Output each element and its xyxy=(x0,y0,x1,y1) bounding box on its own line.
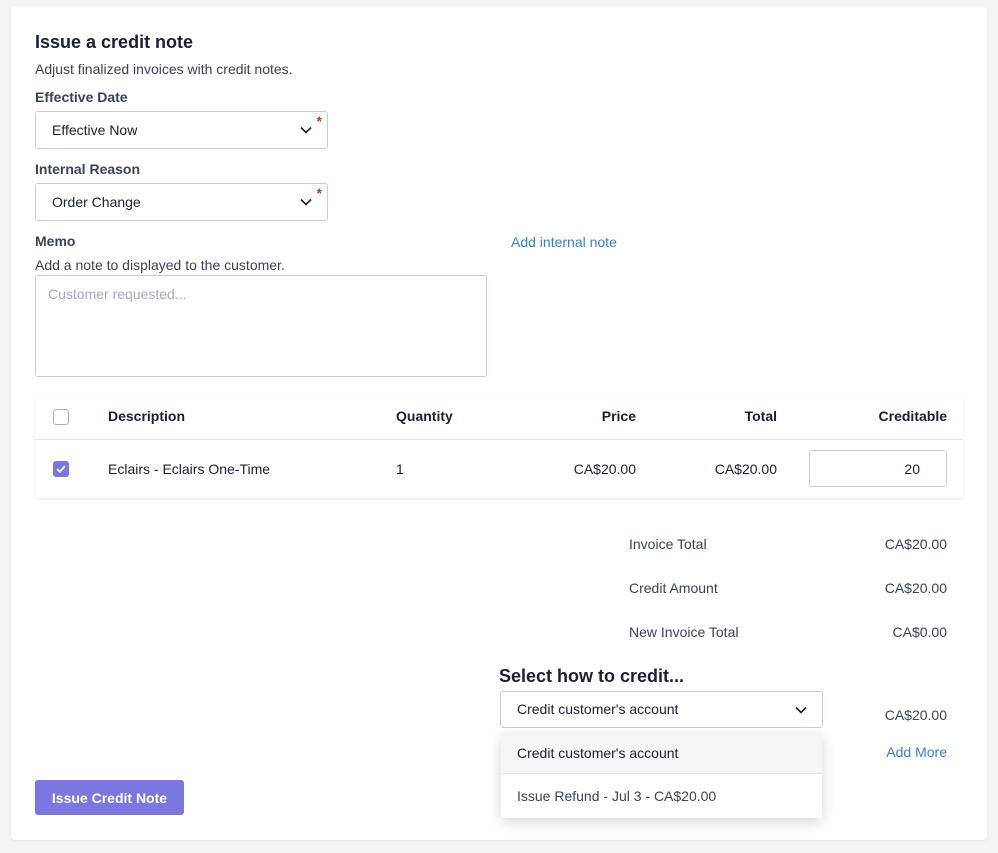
memo-label: Memo xyxy=(35,233,76,249)
required-asterisk: * xyxy=(316,185,322,201)
required-asterisk: * xyxy=(316,113,322,129)
col-header-quantity: Quantity xyxy=(396,408,453,424)
new-invoice-total-value: CA$0.00 xyxy=(892,624,947,640)
page-title: Issue a credit note xyxy=(35,32,194,52)
row-total: CA$20.00 xyxy=(714,461,777,477)
add-internal-note-link[interactable]: Add internal note xyxy=(511,234,617,250)
invoice-total-label: Invoice Total xyxy=(629,536,707,552)
credit-method-select[interactable]: Credit customer's account xyxy=(500,691,823,728)
option-issue-refund[interactable]: Issue Refund - Jul 3 - CA$20.00 xyxy=(501,775,822,818)
option-credit-account[interactable]: Credit customer's account xyxy=(501,733,822,773)
internal-reason-select[interactable]: Order Change * xyxy=(35,183,328,221)
row-quantity: 1 xyxy=(396,461,404,477)
page-subtitle: Adjust finalized invoices with credit no… xyxy=(35,61,293,77)
effective-date-value: Effective Now xyxy=(52,122,138,138)
issue-credit-note-button[interactable]: Issue Credit Note xyxy=(35,780,184,815)
credit-method-amount: CA$20.00 xyxy=(884,707,947,723)
chevron-down-icon xyxy=(300,198,312,206)
credit-method-value: Credit customer's account xyxy=(517,701,679,717)
chevron-down-icon xyxy=(795,706,807,714)
credit-amount-value: CA$20.00 xyxy=(884,580,947,596)
new-invoice-total-label: New Invoice Total xyxy=(629,624,739,640)
chevron-down-icon xyxy=(300,126,312,134)
effective-date-label: Effective Date xyxy=(35,89,128,105)
row-price: CA$20.00 xyxy=(573,461,636,477)
col-header-total: Total xyxy=(744,408,777,424)
col-header-price: Price xyxy=(601,408,636,424)
row-checkbox[interactable] xyxy=(53,461,69,477)
credit-amount-label: Credit Amount xyxy=(629,580,718,596)
line-items-table: Description Quantity Price Total Credita… xyxy=(35,397,963,498)
header-divider xyxy=(35,439,963,440)
credit-method-heading: Select how to credit... xyxy=(499,666,685,686)
internal-reason-label: Internal Reason xyxy=(35,161,141,177)
checkmark-icon xyxy=(56,465,66,474)
creditable-input[interactable] xyxy=(809,450,947,487)
memo-textarea[interactable] xyxy=(35,275,487,377)
invoice-total-value: CA$20.00 xyxy=(884,536,947,552)
effective-date-select[interactable]: Effective Now * xyxy=(35,111,328,149)
select-all-checkbox[interactable] xyxy=(53,409,69,425)
add-more-link[interactable]: Add More xyxy=(886,744,947,760)
option-divider xyxy=(501,773,822,774)
credit-note-card: Issue a credit note Adjust finalized inv… xyxy=(11,7,987,840)
col-header-description: Description xyxy=(108,408,186,424)
internal-reason-value: Order Change xyxy=(52,194,141,210)
memo-help-text: Add a note to displayed to the customer. xyxy=(35,257,285,273)
row-description: Eclairs - Eclairs One-Time xyxy=(108,461,271,477)
credit-method-dropdown: Credit customer's account Issue Refund -… xyxy=(501,733,822,818)
col-header-creditable: Creditable xyxy=(878,408,947,424)
